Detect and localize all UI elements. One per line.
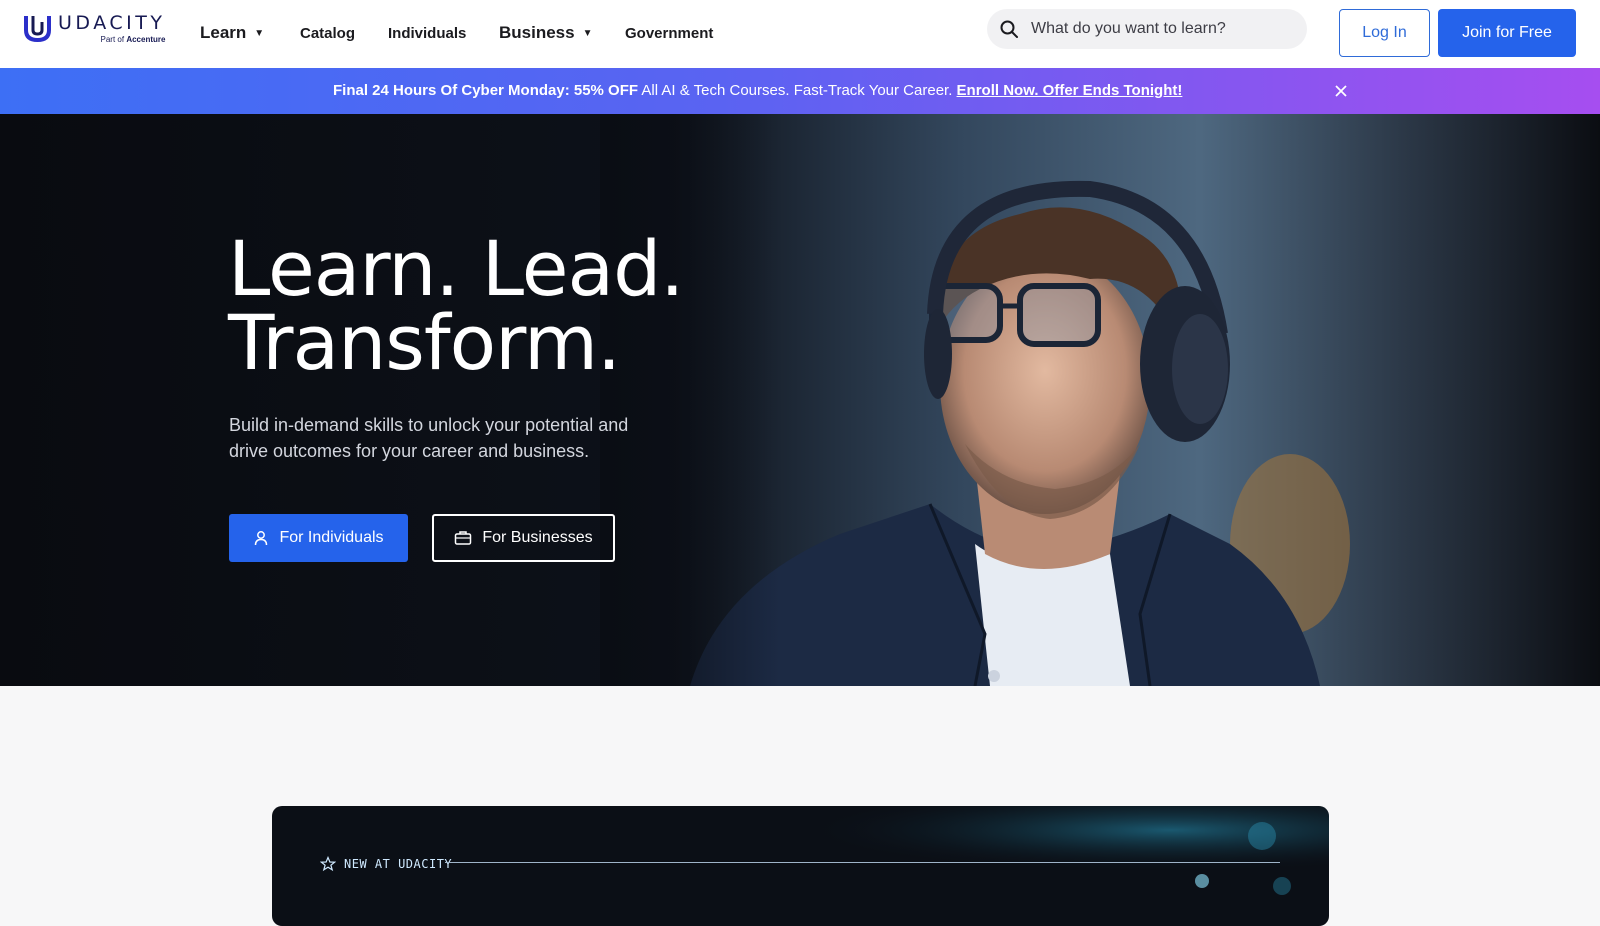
- search-input[interactable]: [1031, 20, 1291, 38]
- promo-banner: Final 24 Hours Of Cyber Monday: 55% OFF …: [0, 68, 1600, 114]
- promo-bold-text: Final 24 Hours Of Cyber Monday: 55% OFF: [333, 82, 639, 99]
- nav-business-label: Business: [499, 23, 575, 42]
- login-button[interactable]: Log In: [1339, 9, 1430, 57]
- search-icon: [1000, 20, 1018, 38]
- user-icon: [255, 531, 268, 546]
- hero-title-line1: Learn. Lead.: [228, 224, 684, 313]
- for-individuals-button[interactable]: For Individuals: [229, 514, 408, 562]
- udacity-logo[interactable]: UDACITY Part of Accenture: [23, 13, 165, 44]
- nav-learn-label: Learn: [200, 23, 247, 42]
- caret-down-icon: ▼: [254, 27, 265, 39]
- divider-line: [445, 862, 1280, 863]
- logo-sub-brand: Accenture: [126, 35, 166, 44]
- join-free-button[interactable]: Join for Free: [1438, 9, 1576, 57]
- for-businesses-label: For Businesses: [482, 529, 593, 546]
- hero-title: Learn. Lead. Transform.: [228, 224, 684, 387]
- promo-text: Final 24 Hours Of Cyber Monday: 55% OFF …: [333, 82, 1182, 99]
- logo-text: UDACITY Part of Accenture: [58, 12, 166, 45]
- star-icon: [320, 856, 336, 872]
- nav-government[interactable]: Government: [625, 0, 713, 66]
- udacity-logo-icon: [24, 16, 51, 43]
- briefcase-icon: [455, 531, 472, 545]
- nav-learn[interactable]: Learn ▼: [200, 0, 264, 66]
- hero-section: Learn. Lead. Transform. Build in-demand …: [0, 114, 1600, 686]
- logo-subtitle: Part of Accenture: [58, 35, 166, 44]
- nav-catalog[interactable]: Catalog: [300, 0, 355, 66]
- new-at-udacity-text: NEW AT UDACITY: [344, 857, 453, 871]
- new-at-udacity-label: NEW AT UDACITY: [320, 856, 452, 872]
- new-at-udacity-card: NEW AT UDACITY: [272, 806, 1329, 926]
- search-bar[interactable]: [987, 9, 1307, 49]
- promo-enroll-link[interactable]: Enroll Now. Offer Ends Tonight!: [957, 82, 1183, 99]
- hero-subtitle: Build in-demand skills to unlock your po…: [229, 415, 629, 461]
- logo-wordmark: UDACITY: [58, 12, 166, 34]
- close-icon[interactable]: [1333, 83, 1349, 99]
- nav-business[interactable]: Business ▼: [499, 0, 593, 66]
- hero-title-line2: Transform.: [228, 298, 621, 387]
- site-header: UDACITY Part of Accenture Learn ▼ Catalo…: [0, 0, 1600, 68]
- for-businesses-button[interactable]: For Businesses: [432, 514, 615, 562]
- for-individuals-label: For Individuals: [279, 529, 384, 546]
- hero-photo: [0, 114, 1600, 686]
- promo-body-text: All AI & Tech Courses. Fast-Track Your C…: [641, 82, 953, 99]
- nav-individuals[interactable]: Individuals: [388, 0, 466, 66]
- caret-down-icon: ▼: [582, 27, 593, 39]
- logo-sub-prefix: Part of: [100, 35, 125, 44]
